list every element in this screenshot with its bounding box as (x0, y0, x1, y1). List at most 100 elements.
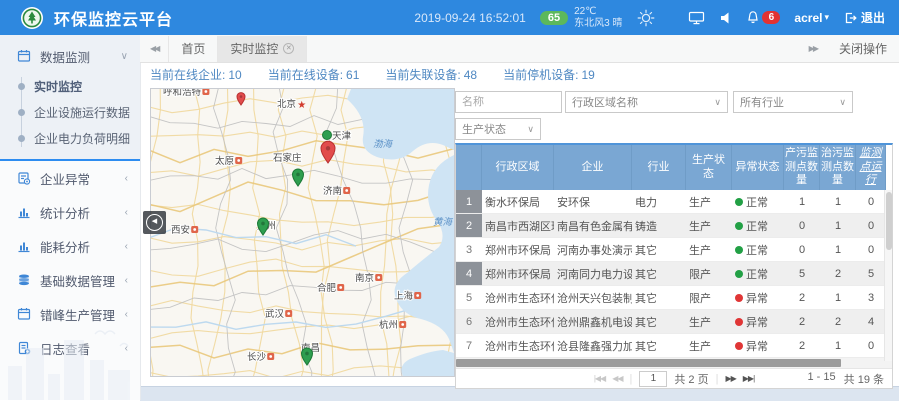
map-city-label: 呼和浩特 (163, 89, 202, 98)
status-text: 正常 (746, 242, 768, 258)
cell-num: 6 (456, 310, 482, 333)
sidebar: 数据监测∨实时监控企业设施运行数据企业电力负荷明细企业异常‹统计分析‹能耗分析‹… (0, 35, 141, 400)
grid-header-cell[interactable]: 监测点运行 (856, 145, 886, 190)
chevron-down-icon: ∨ (527, 124, 534, 135)
map-marker-green-icon[interactable] (323, 131, 332, 140)
tab-close-icon[interactable]: ✕ (283, 43, 294, 54)
grid-header-cell[interactable] (456, 145, 482, 190)
table-row[interactable]: 6沧州市生态环保沧州鼎鑫机电设备其它生产异常224 (456, 310, 892, 334)
stat-item: 当前在线设备:61 (268, 66, 360, 83)
stat-item: 当前在线企业:10 (150, 66, 242, 83)
tab-home-label: 首页 (181, 40, 205, 57)
status-dot-green (735, 270, 743, 278)
monitor-icon[interactable] (688, 10, 705, 26)
table-row[interactable]: 1衡水环保局安环保电力生产正常110 (456, 190, 892, 214)
cell-num: 2 (456, 214, 482, 237)
status-text: 异常 (746, 338, 768, 354)
close-operations-menu[interactable]: 关闭操作 (827, 40, 899, 57)
tab-realtime-monitor[interactable]: 实时监控 ✕ (218, 36, 307, 62)
pager-page-input[interactable] (639, 371, 667, 387)
grid-header-cell[interactable]: 企业 (554, 145, 632, 190)
weather-info: 22℃ 东北风3 晴 (574, 6, 622, 30)
pager-last-icon[interactable]: ▶▶| (743, 374, 754, 383)
cell-region: 沧州市生态环保 (482, 310, 554, 333)
table-row[interactable]: 4郑州市环保局河南同力电力设备其它限产正常525 (456, 262, 892, 286)
grid-header-cell[interactable]: 行业 (632, 145, 686, 190)
production-status-select[interactable]: 生产状态 ∨ (455, 118, 541, 140)
table-row[interactable]: 2南昌市西湖区环保南昌有色金属有限铸造生产正常010 (456, 214, 892, 238)
sidebar-item-4[interactable]: 基础数据管理‹ (0, 263, 140, 297)
stat-value: 48 (464, 68, 477, 82)
sidebar-item-6[interactable]: 日志查看‹ (0, 331, 140, 365)
status-dot-green (735, 246, 743, 254)
name-search-input[interactable] (455, 91, 562, 113)
tabs-scroll-left-icon[interactable]: ◀◀ (140, 44, 168, 53)
grid-header-cell[interactable]: 行政区域 (482, 145, 554, 190)
map-city-label: 太原 (215, 155, 234, 167)
sidebar-item-3[interactable]: 能耗分析‹ (0, 229, 140, 263)
pager-next-icon[interactable]: ▶▶ (725, 374, 735, 383)
sidebar-subitem[interactable]: 企业电力负荷明细 (21, 125, 140, 151)
horizontal-scrollbar[interactable] (456, 358, 892, 369)
table-row[interactable]: 5沧州市生态环保沧州天兴包装制品其它限产异常213 (456, 286, 892, 310)
industry-select[interactable]: 所有行业 ∨ (733, 91, 853, 113)
cell-industry: 其它 (632, 238, 686, 261)
monitor-panel: 行政区域名称 ∨ 所有行业 ∨ 生产状态 ∨ 行政区域企业行业生产状态异常状态产… (455, 88, 893, 140)
map-poi-icon (337, 284, 344, 291)
cell-prod_status: 生产 (686, 310, 732, 333)
sidebar-item-label: 企业异常 (40, 169, 90, 188)
table-row[interactable]: 3郑州市环保局河南办事处演示其它生产正常010 (456, 238, 892, 262)
cell-v1: 0 (784, 214, 820, 237)
map-sea-label: 渤海 (373, 139, 394, 150)
tabs-scroll-right-icon[interactable]: ▶▶ (799, 44, 827, 53)
table-row[interactable]: 7沧州市生态环保沧县隆鑫强力加其它生产异常210 (456, 334, 892, 358)
vscroll-thumb[interactable] (886, 192, 892, 250)
sidebar-item-2[interactable]: 统计分析‹ (0, 195, 140, 229)
notifications[interactable]: 6 (746, 10, 780, 25)
status-text: 异常 (746, 290, 768, 306)
map-poi-icon (375, 274, 382, 281)
cell-v3: 0 (856, 190, 886, 213)
map-collapse-button[interactable]: ◀ (143, 211, 166, 234)
grid-header-cell[interactable]: 异常状态 (732, 145, 784, 190)
sidebar-item-label: 错峰生产管理 (40, 305, 115, 324)
sidebar-item-0[interactable]: 数据监测∨ (0, 39, 140, 73)
logout-button[interactable]: 退出 (843, 9, 885, 26)
sidebar-subitem[interactable]: 实时监控 (21, 73, 140, 99)
sidebar-item-1[interactable]: 企业异常‹ (0, 161, 140, 195)
chevron-left-icon: ‹ (125, 309, 128, 320)
topbar: 环保监控云平台 2019-09-24 16:52:01 65 22℃ 东北风3 … (0, 0, 899, 35)
stat-value: 19 (581, 68, 594, 82)
grid-header-cell[interactable]: 产污监测点数量 (784, 145, 820, 190)
cell-v1: 2 (784, 310, 820, 333)
map-poi-icon (267, 353, 274, 360)
user-menu[interactable]: acrel ▾ (794, 11, 829, 25)
map-panel[interactable]: 呼和浩特北京★天津太原石家庄济南西安郑州南京合肥上海武汉杭州长沙南昌渤海黄海 (150, 88, 455, 377)
tabbar: ◀◀ 首页 实时监控 ✕ ▶▶ 关闭操作 (140, 35, 899, 63)
status-text: 正常 (746, 266, 768, 282)
stat-label: 当前失联设备: (385, 68, 460, 82)
vertical-scrollbar[interactable] (884, 190, 892, 361)
tab-home[interactable]: 首页 (168, 36, 218, 62)
speaker-icon[interactable] (719, 11, 732, 25)
sidebar-item-5[interactable]: 错峰生产管理 ‹ (0, 297, 140, 331)
capital-star-icon: ★ (297, 100, 306, 111)
cell-region: 郑州市环保局 (482, 238, 554, 261)
hscroll-thumb[interactable] (456, 359, 841, 367)
cell-v2: 1 (820, 286, 856, 309)
cell-v3: 5 (856, 262, 886, 285)
cell-v2: 1 (820, 238, 856, 261)
grid-header-cell[interactable]: 生产状态 (686, 145, 732, 190)
pager-first-icon[interactable]: |◀◀ (594, 374, 605, 383)
cell-prod_status: 限产 (686, 262, 732, 285)
temperature: 22℃ (574, 6, 622, 18)
cell-v3: 3 (856, 286, 886, 309)
region-select[interactable]: 行政区域名称 ∨ (565, 91, 728, 113)
sidebar-subitem[interactable]: 企业设施运行数据 (21, 99, 140, 125)
calendar-icon (17, 49, 31, 63)
log-icon (17, 341, 31, 355)
grid-header-cell[interactable]: 治污监测点数量 (820, 145, 856, 190)
map-poi-icon (285, 310, 292, 317)
pager-prev-icon[interactable]: ◀◀ (612, 374, 622, 383)
logout-label: 退出 (861, 9, 885, 26)
